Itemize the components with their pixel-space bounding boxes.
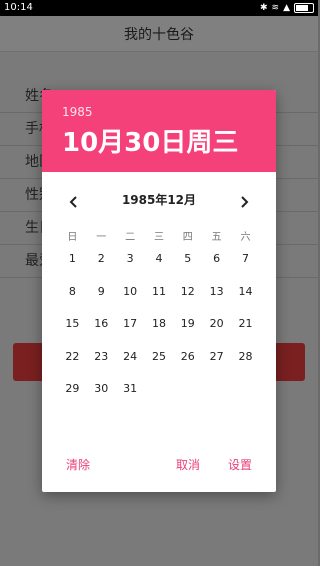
app-title-bar: 我的十色谷: [0, 16, 318, 52]
set-button[interactable]: 设置: [228, 456, 252, 473]
app-title: 我的十色谷: [124, 26, 194, 43]
date-picker-header: 1985 10月30日周三: [42, 90, 276, 172]
calendar-day: [231, 378, 260, 411]
calendar-day: [173, 378, 202, 411]
calendar-day[interactable]: 21: [231, 313, 260, 346]
calendar-day[interactable]: 24: [116, 346, 145, 379]
wifi-icon: ≋: [271, 3, 280, 13]
calendar-day[interactable]: 19: [173, 313, 202, 346]
status-bar: 10:14 ✱ ≋ ▲: [0, 0, 318, 16]
calendar-day[interactable]: 22: [58, 346, 87, 379]
weekday-header-row: 日 一 二 三 四 五 六: [58, 228, 260, 248]
weekday-label: 日: [67, 232, 78, 243]
weekday-label: 六: [240, 232, 251, 243]
weekday-label: 二: [125, 232, 136, 243]
cancel-button[interactable]: 取消: [176, 456, 200, 473]
calendar-day[interactable]: 5: [173, 248, 202, 281]
calendar-week-row: 29 30 31: [58, 378, 260, 411]
calendar-grid: 日 一 二 三 四 五 六 1 2 3 4 5 6 7 8 9 10 11 12…: [58, 228, 260, 411]
calendar-day[interactable]: 3: [116, 248, 145, 281]
calendar-day[interactable]: 6: [202, 248, 231, 281]
calendar-day[interactable]: 12: [173, 281, 202, 314]
calendar-day[interactable]: 9: [87, 281, 116, 314]
calendar-day[interactable]: 1: [58, 248, 87, 281]
signal-icon: ▲: [283, 3, 290, 13]
selected-date[interactable]: 10月30日周三: [62, 122, 238, 159]
month-navigation: 1985年12月: [42, 172, 276, 228]
calendar-day[interactable]: 25: [145, 346, 174, 379]
calendar-day[interactable]: 30: [87, 378, 116, 411]
weekday-label: 四: [182, 232, 193, 243]
chevron-right-icon: [241, 196, 249, 208]
calendar-day[interactable]: 17: [116, 313, 145, 346]
calendar-day: [202, 378, 231, 411]
calendar-day[interactable]: 13: [202, 281, 231, 314]
weekday-label: 三: [153, 232, 164, 243]
calendar-day[interactable]: 10: [116, 281, 145, 314]
calendar-week-row: 8 9 10 11 12 13 14: [58, 281, 260, 314]
selected-year[interactable]: 1985: [62, 105, 93, 119]
weekday-label: 五: [211, 232, 222, 243]
calendar-day[interactable]: 29: [58, 378, 87, 411]
calendar-day[interactable]: 2: [87, 248, 116, 281]
status-time: 10:14: [4, 2, 33, 13]
calendar-day[interactable]: 20: [202, 313, 231, 346]
next-month-button[interactable]: [234, 192, 254, 212]
calendar-day[interactable]: 14: [231, 281, 260, 314]
calendar-day[interactable]: 16: [87, 313, 116, 346]
calendar-day[interactable]: 4: [145, 248, 174, 281]
calendar-week-row: 15 16 17 18 19 20 21: [58, 313, 260, 346]
bluetooth-icon: ✱: [259, 3, 268, 13]
calendar-day[interactable]: 27: [202, 346, 231, 379]
calendar-day[interactable]: 26: [173, 346, 202, 379]
calendar-day[interactable]: 15: [58, 313, 87, 346]
calendar-day[interactable]: 11: [145, 281, 174, 314]
calendar-day[interactable]: 23: [87, 346, 116, 379]
status-icons: ✱ ≋ ▲: [260, 2, 314, 14]
calendar-day[interactable]: 28: [231, 346, 260, 379]
clear-button[interactable]: 清除: [66, 456, 90, 473]
calendar-day[interactable]: 8: [58, 281, 87, 314]
dialog-actions: 清除 取消 设置: [42, 442, 276, 492]
date-picker-dialog: 1985 10月30日周三 1985年12月 日 一 二 三 四 五 六 1 2: [42, 90, 276, 492]
calendar-day: [145, 378, 174, 411]
calendar-day[interactable]: 31: [116, 378, 145, 411]
battery-icon: [294, 3, 314, 13]
calendar-day[interactable]: 18: [145, 313, 174, 346]
weekday-label: 一: [96, 232, 107, 243]
calendar-day[interactable]: 7: [231, 248, 260, 281]
calendar-week-row: 22 23 24 25 26 27 28: [58, 346, 260, 379]
calendar-week-row: 1 2 3 4 5 6 7: [58, 248, 260, 281]
